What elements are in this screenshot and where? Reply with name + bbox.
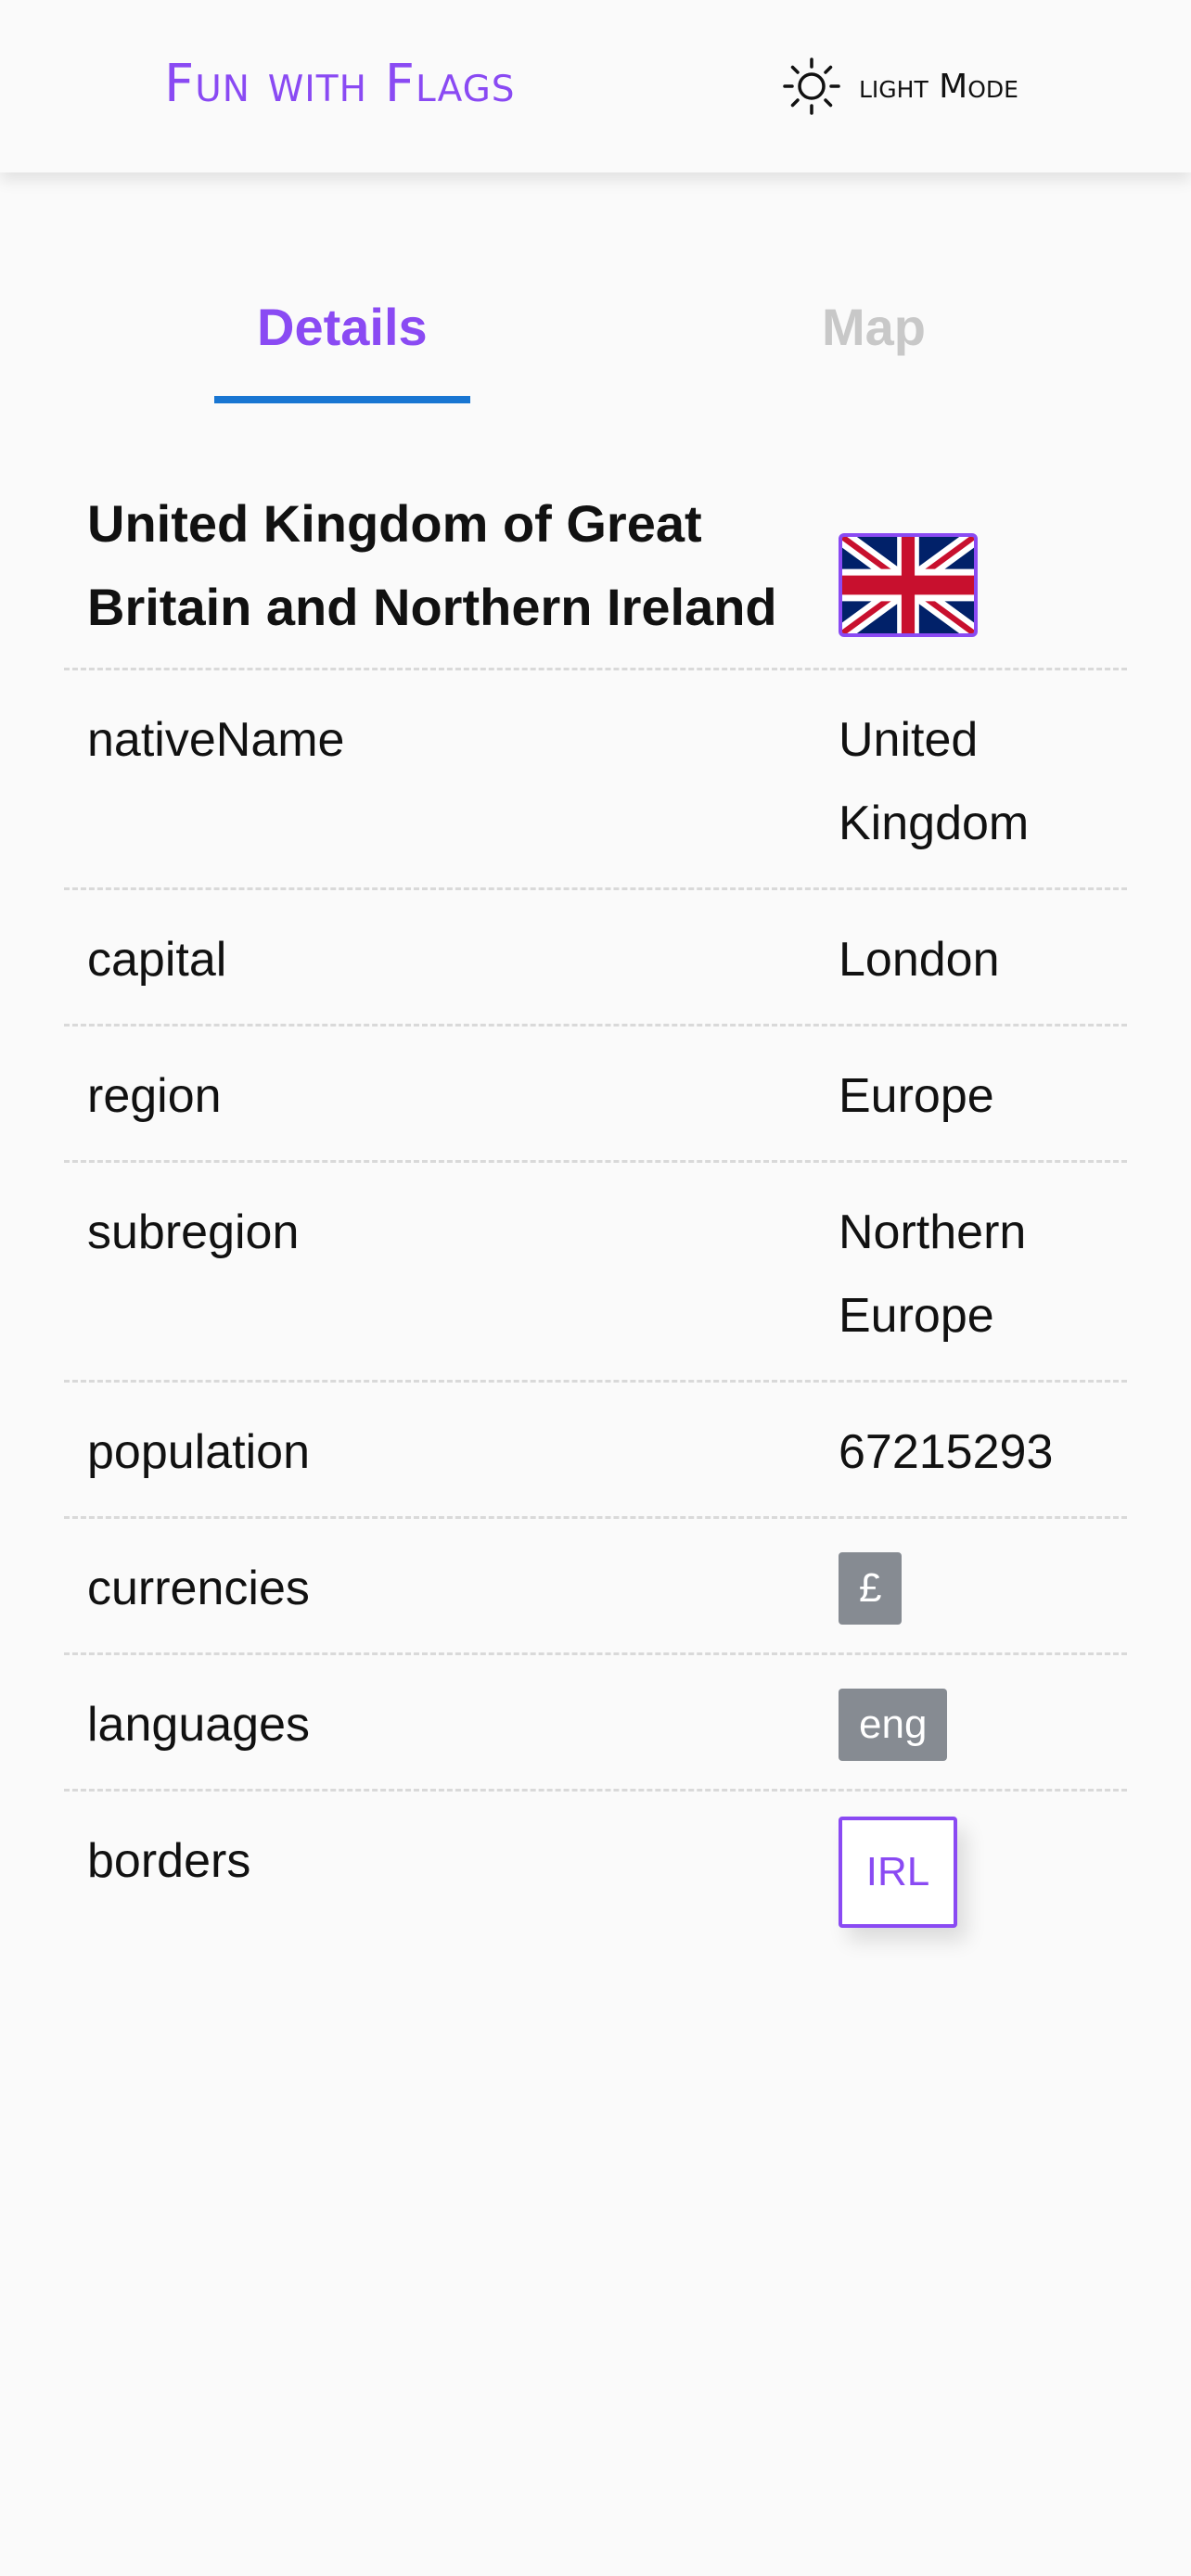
currency-chip: £	[839, 1552, 903, 1625]
row-population: population 67215293	[64, 1383, 1127, 1519]
country-title-row: United Kingdom of Great Britain and Nort…	[64, 468, 1127, 670]
row-currencies: currencies £	[64, 1519, 1127, 1655]
sun-icon	[781, 56, 842, 117]
field-label: borders	[87, 1834, 251, 1888]
row-borders: borders IRL	[64, 1792, 1127, 1931]
field-value: United Kingdom	[839, 713, 1030, 850]
border-country-button[interactable]: IRL	[839, 1817, 957, 1928]
country-details-table: United Kingdom of Great Britain and Nort…	[64, 468, 1127, 1931]
row-subregion: subregion Northern Europe	[64, 1163, 1127, 1383]
field-label: languages	[87, 1698, 310, 1752]
theme-toggle-label: light Mode	[859, 67, 1018, 106]
field-label: nativeName	[87, 713, 345, 767]
field-value: Europe	[839, 1069, 994, 1123]
row-languages: languages eng	[64, 1655, 1127, 1792]
field-label: region	[87, 1069, 222, 1123]
field-label: capital	[87, 933, 227, 987]
tab-bar: Details Map	[0, 269, 1191, 408]
field-value: Northern Europe	[839, 1205, 1027, 1343]
tab-map[interactable]: Map	[822, 297, 926, 357]
language-chip: eng	[839, 1689, 948, 1761]
field-label: population	[87, 1425, 310, 1479]
active-tab-indicator	[214, 396, 470, 403]
app-header: Fun with Flags light Mode	[0, 0, 1191, 172]
row-native-name: nativeName United Kingdom	[64, 670, 1127, 890]
field-label: subregion	[87, 1205, 300, 1259]
row-region: region Europe	[64, 1027, 1127, 1163]
uk-flag-icon	[839, 533, 978, 637]
field-value: London	[839, 933, 1000, 987]
field-value: 67215293	[839, 1425, 1054, 1479]
field-label: currencies	[87, 1562, 310, 1615]
country-name: United Kingdom of Great Britain and Nort…	[87, 494, 777, 636]
theme-toggle-button[interactable]: light Mode	[781, 56, 1018, 117]
row-capital: capital London	[64, 890, 1127, 1027]
app-title[interactable]: Fun with Flags	[164, 54, 516, 114]
tab-details[interactable]: Details	[257, 297, 428, 357]
